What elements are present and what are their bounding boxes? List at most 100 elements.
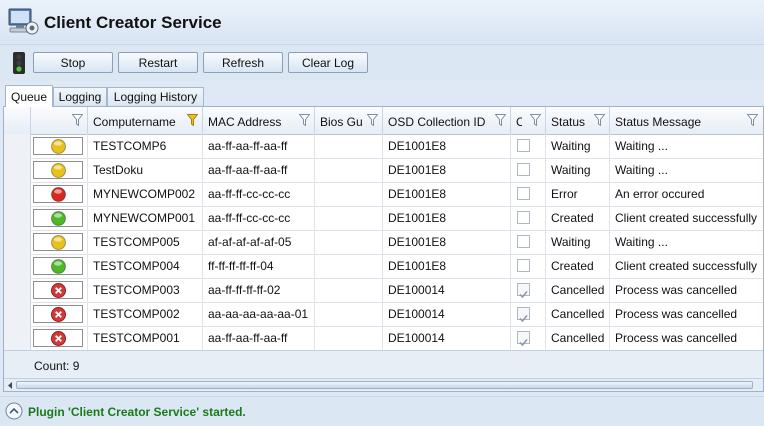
row-selector[interactable] xyxy=(4,182,31,206)
cell-checkbox xyxy=(511,206,546,230)
row-count: Count: 9 xyxy=(34,359,80,373)
cell-computername: TESTCOMP004 xyxy=(88,254,203,278)
cell-state xyxy=(31,182,88,206)
row-checkbox[interactable] xyxy=(517,259,530,272)
row-selector[interactable] xyxy=(4,134,31,158)
cell-checkbox xyxy=(511,326,546,350)
cell-checkbox xyxy=(511,278,546,302)
row-selector[interactable] xyxy=(4,230,31,254)
table-row[interactable]: TESTCOMP6 aa-ff-aa-ff-aa-ff DE1001E8 Waitin… xyxy=(4,134,763,159)
cell-state xyxy=(31,230,88,254)
cell-mac-address: aa-ff-aa-ff-aa-ff xyxy=(203,326,315,350)
row-checkbox[interactable] xyxy=(517,283,530,299)
filter-icon[interactable] xyxy=(367,114,378,126)
cell-checkbox xyxy=(511,182,546,206)
table-row[interactable]: MYNEWCOMP002 aa-ff-ff-cc-cc-cc DE1001E8 Err… xyxy=(4,182,763,207)
cell-osd-collection-id: DE1001E8 xyxy=(383,254,511,278)
refresh-button[interactable]: Refresh xyxy=(203,52,283,73)
checkmark-icon xyxy=(519,339,528,347)
header-checkbox-column[interactable]: C xyxy=(511,107,546,134)
tab-logging[interactable]: Logging xyxy=(53,87,107,106)
cell-status-message: Process was cancelled xyxy=(615,331,738,345)
cell-computername: TESTCOMP005 xyxy=(88,230,203,254)
row-checkbox[interactable] xyxy=(517,163,530,176)
toolbar: Stop Restart Refresh Clear Log xyxy=(0,44,764,81)
row-selector[interactable] xyxy=(4,326,31,350)
filter-icon[interactable] xyxy=(299,114,310,126)
header-status-message[interactable]: Status Message xyxy=(610,107,763,134)
filter-icon[interactable] xyxy=(747,114,758,126)
header-mac-address[interactable]: MAC Address xyxy=(203,107,315,134)
row-selector[interactable] xyxy=(4,254,31,278)
cell-osd-collection-id: DE1001E8 xyxy=(383,206,511,230)
row-selector[interactable] xyxy=(4,206,31,230)
filter-icon[interactable] xyxy=(495,114,506,126)
restart-button[interactable]: Restart xyxy=(118,52,198,73)
row-checkbox[interactable] xyxy=(517,211,530,224)
computer-icon xyxy=(8,8,39,35)
row-checkbox[interactable] xyxy=(517,235,530,248)
table-row[interactable]: TESTCOMP002 aa-aa-aa-aa-aa-01 DE100014 Canc… xyxy=(4,302,763,327)
cell-computername: TestDoku xyxy=(88,158,203,182)
cell-mac-address: af-af-af-af-af-05 xyxy=(203,230,315,254)
cell-status: Cancelled xyxy=(546,302,610,326)
cell-osd-collection-id: DE100014 xyxy=(383,326,511,350)
tab-logging-history[interactable]: Logging History xyxy=(107,87,204,106)
cell-status: Error xyxy=(546,182,610,206)
table-row[interactable]: TestDoku aa-ff-aa-ff-aa-ff DE1001E8 Waiting… xyxy=(4,158,763,183)
header-state[interactable] xyxy=(31,107,88,134)
cell-status: Created xyxy=(546,206,610,230)
table-row[interactable]: MYNEWCOMP001 aa-ff-ff-cc-cc-cc DE1001E8 Cre… xyxy=(4,206,763,231)
cell-bios-guid xyxy=(315,302,383,326)
scroll-thumb[interactable] xyxy=(16,381,753,389)
cell-state xyxy=(31,134,88,158)
filter-icon[interactable] xyxy=(530,114,541,126)
stop-button[interactable]: Stop xyxy=(33,52,113,73)
row-selector[interactable] xyxy=(4,278,31,302)
row-checkbox[interactable] xyxy=(517,331,530,347)
cell-computername: MYNEWCOMP001 xyxy=(88,206,203,230)
cell-status: Waiting xyxy=(546,158,610,182)
cell-osd-collection-id: DE1001E8 xyxy=(383,230,511,254)
status-bar: Plugin 'Client Creator Service' started. xyxy=(0,396,764,426)
cell-mac-address: aa-ff-ff-cc-cc-cc xyxy=(203,182,315,206)
cell-status-message: Client created successfully xyxy=(615,259,758,273)
cell-mac-address: aa-ff-ff-cc-cc-cc xyxy=(203,206,315,230)
status-message: Plugin 'Client Creator Service' started. xyxy=(28,405,246,419)
clear-log-button[interactable]: Clear Log xyxy=(288,52,368,73)
row-checkbox[interactable] xyxy=(517,307,530,323)
cell-osd-collection-id: DE1001E8 xyxy=(383,182,511,206)
filter-icon[interactable] xyxy=(72,114,83,126)
cell-state xyxy=(31,302,88,326)
cell-state xyxy=(31,326,88,350)
table-row[interactable]: TESTCOMP004 ff-ff-ff-ff-ff-04 DE1001E8 Crea… xyxy=(4,254,763,279)
header-status[interactable]: Status xyxy=(546,107,610,134)
row-selector[interactable] xyxy=(4,302,31,326)
scroll-left-icon[interactable] xyxy=(7,382,13,389)
title-bar: Client Creator Service xyxy=(0,0,764,44)
filter-icon[interactable] xyxy=(594,114,605,126)
cell-bios-guid xyxy=(315,206,383,230)
collapse-up-icon[interactable] xyxy=(5,402,23,420)
table-row[interactable]: TESTCOMP001 aa-ff-aa-ff-aa-ff DE100014 Canc… xyxy=(4,326,763,351)
cell-bios-guid xyxy=(315,278,383,302)
cell-computername: TESTCOMP002 xyxy=(88,302,203,326)
cell-checkbox xyxy=(511,158,546,182)
cell-state xyxy=(31,254,88,278)
row-checkbox[interactable] xyxy=(517,139,530,152)
horizontal-scrollbar[interactable] xyxy=(4,378,763,391)
row-selector[interactable] xyxy=(4,158,31,182)
cell-computername: MYNEWCOMP002 xyxy=(88,182,203,206)
queue-grid: Computername MAC Address Bios Gu OSD Col… xyxy=(3,106,764,392)
header-osd-collection-id[interactable]: OSD Collection ID xyxy=(383,107,511,134)
cell-status: Cancelled xyxy=(546,278,610,302)
row-checkbox[interactable] xyxy=(517,187,530,200)
table-row[interactable]: TESTCOMP003 aa-ff-ff-ff-ff-02 DE100014 Canc… xyxy=(4,278,763,303)
cell-checkbox xyxy=(511,134,546,158)
tab-queue[interactable]: Queue xyxy=(5,85,53,107)
cell-bios-guid xyxy=(315,182,383,206)
table-row[interactable]: TESTCOMP005 af-af-af-af-af-05 DE1001E8 Wait… xyxy=(4,230,763,255)
filter-active-icon[interactable] xyxy=(187,114,198,126)
header-computername[interactable]: Computername xyxy=(88,107,203,134)
header-bios-guid[interactable]: Bios Gu xyxy=(315,107,383,134)
